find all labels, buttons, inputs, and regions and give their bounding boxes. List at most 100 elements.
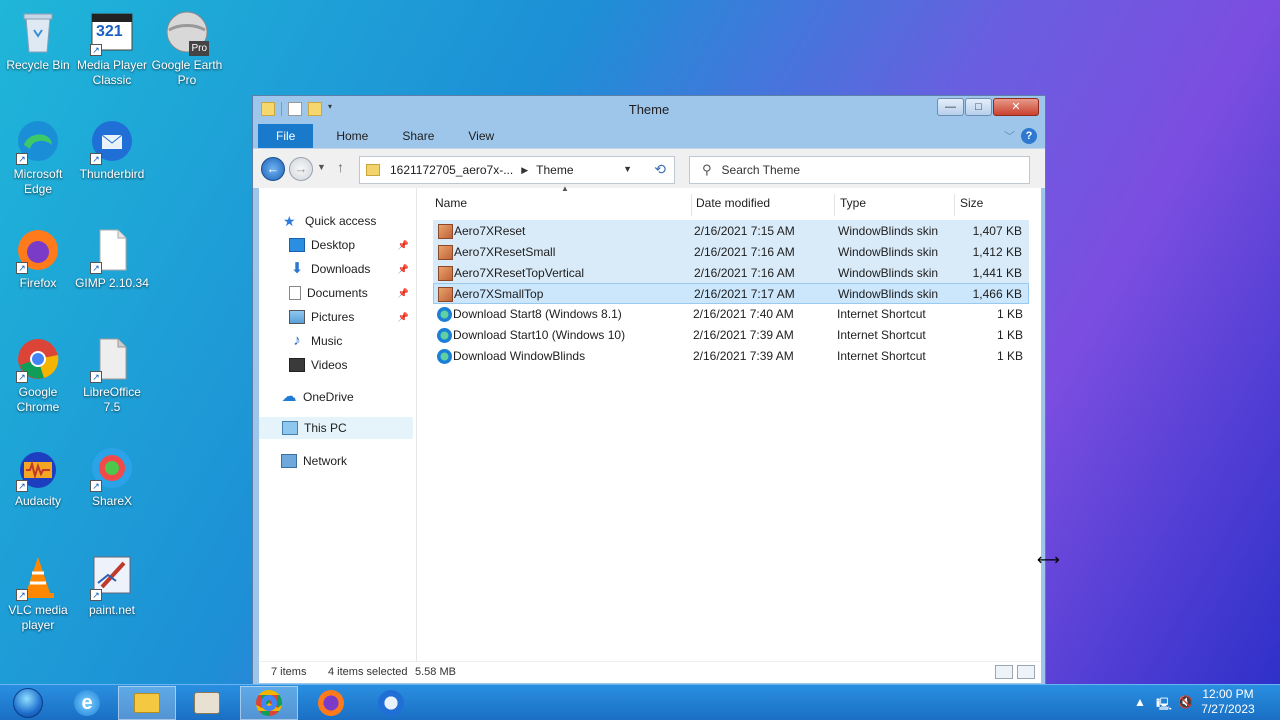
search-box[interactable]: ⚲ Search Theme [689,156,1030,184]
file-date: 2/16/2021 7:15 AM [694,224,795,238]
file-type: WindowBlinds skin [838,266,939,280]
volume-muted-icon[interactable]: 🔇 [1178,695,1193,709]
address-bar[interactable]: 1621172705_aero7x-... ▶ Theme ▼ ⟲ [359,156,675,184]
desktop-icon-gimp[interactable]: ↗ GIMP 2.10.34 [74,226,150,291]
help-button[interactable]: ? [1021,128,1037,144]
network-icon[interactable]: 🖳 [1156,695,1172,716]
back-button[interactable]: ← [261,157,285,181]
expand-ribbon-icon[interactable]: ﹀ [1004,128,1015,144]
nav-music[interactable]: ♪ Music [259,330,413,352]
chrome-icon [256,690,282,716]
column-header-size[interactable]: Size [960,196,983,216]
media-player-classic-icon: 321 ↗ [88,8,136,56]
videos-icon [289,358,305,372]
show-hidden-icons-icon[interactable]: ▲ [1134,695,1146,709]
address-dropdown-icon[interactable]: ▼ [623,164,632,174]
desktop-icon-audacity[interactable]: ↗ Audacity [0,444,76,509]
recent-locations-dropdown-icon[interactable]: ▼ [317,162,326,172]
shortcut-arrow-icon: ↗ [90,589,102,601]
minimize-button[interactable]: — [937,98,964,116]
column-header-type[interactable]: Type [840,196,866,216]
file-row[interactable]: Download Start8 (Windows 8.1) 2/16/2021 7… [433,304,1029,325]
up-arrow-icon[interactable]: ↑ [337,159,344,175]
clock[interactable]: 12:00 PM 7/27/2023 [1198,687,1258,717]
desktop-icon-vlc[interactable]: ↗ VLC media player [0,553,76,633]
large-icons-view-icon[interactable] [1017,665,1035,679]
desktop-icon-google-earth-pro[interactable]: Pro Google Earth Pro [149,8,225,88]
nav-videos[interactable]: Videos [259,354,413,376]
desktop-icon-firefox[interactable]: ↗ Firefox [0,226,76,291]
sort-ascending-icon: ▲ [561,184,569,193]
nav-network[interactable]: Network [259,450,413,472]
desktop-icon-label: LibreOffice 7.5 [83,385,141,414]
column-header-date[interactable]: Date modified [696,196,770,216]
desktop-icon-recycle-bin[interactable]: Recycle Bin [0,8,76,73]
tab-view[interactable]: View [451,124,511,148]
file-date: 2/16/2021 7:16 AM [694,245,795,259]
file-row[interactable]: Aero7XSmallTop 2/16/2021 7:17 AM WindowBli… [433,283,1029,304]
tab-home[interactable]: Home [319,124,385,148]
file-row[interactable]: Download Start10 (Windows 10) 2/16/2021 7… [433,325,1029,346]
view-buttons [995,665,1035,679]
edge-icon: ↗ [14,117,62,165]
taskbar-file-explorer[interactable] [118,686,176,720]
nav-label: Documents [307,286,368,300]
breadcrumb-separator-icon[interactable]: ▶ [521,165,528,176]
desktop-icon-thunderbird[interactable]: ↗ Thunderbird [74,117,150,182]
details-view-icon[interactable] [995,665,1013,679]
file-row[interactable]: Aero7XReset 2/16/2021 7:15 AM WindowBlinds… [433,220,1029,241]
system-tray: ▲ 🖳 🔇 12:00 PM 7/27/2023 [1120,685,1280,720]
nav-onedrive[interactable]: ☁ OneDrive [259,386,413,408]
forward-button[interactable]: → [289,157,313,181]
nav-pictures[interactable]: Pictures 📌 [259,306,413,328]
tab-share[interactable]: Share [385,124,451,148]
pin-icon[interactable]: 📌 [398,240,409,251]
desktop-icon-microsoft-edge[interactable]: ↗ Microsoft Edge [0,117,76,197]
file-row[interactable]: Download WindowBlinds 2/16/2021 7:39 AM In… [433,346,1029,367]
nav-quick-access[interactable]: ★ Quick access [259,210,413,232]
pin-icon[interactable]: 📌 [398,288,409,299]
skin-icon [438,266,453,281]
file-type: WindowBlinds skin [838,224,939,238]
taskbar-media-player[interactable] [178,686,236,720]
window-controls: — □ ✕ [937,98,1039,116]
breadcrumb-parent[interactable]: 1621172705_aero7x-... [390,163,513,177]
selection-size: 5.58 MB [415,666,456,678]
desktop-icon-label: VLC media player [8,603,68,632]
shortcut-arrow-icon: ↗ [90,371,102,383]
desktop-icon-libreoffice[interactable]: ↗ LibreOffice 7.5 [74,335,150,415]
maximize-button[interactable]: □ [965,98,992,116]
desktop-icon-paint-net[interactable]: ↗ paint.net [74,553,150,618]
nav-label: Downloads [311,262,371,276]
column-header-name[interactable]: Name [435,196,467,216]
tab-file[interactable]: File [258,124,314,148]
file-row[interactable]: Aero7XResetTopVertical 2/16/2021 7:16 AM W… [433,262,1029,283]
desktop-icon-media-player-classic[interactable]: 321 ↗ Media Player Classic [74,8,150,88]
desktop-icon-label: Google Chrome [16,385,60,414]
shortcut-arrow-icon: ↗ [90,480,102,492]
taskbar-internet-explorer[interactable]: e [58,686,116,720]
taskbar-firefox[interactable] [302,686,360,720]
file-row[interactable]: Aero7XResetSmall 2/16/2021 7:16 AM WindowB… [433,241,1029,262]
file-size: 1 KB [996,307,1023,321]
nav-this-pc[interactable]: This PC [259,417,413,439]
shortcut-arrow-icon: ↗ [16,371,28,383]
title-bar[interactable]: ▾ Theme — □ ✕ [253,96,1045,124]
close-button[interactable]: ✕ [993,98,1039,116]
nav-documents[interactable]: Documents 📌 [259,282,413,304]
desktop-icon-google-chrome[interactable]: ↗ Google Chrome [0,335,76,415]
file-type: WindowBlinds skin [838,287,939,301]
pin-icon[interactable]: 📌 [398,312,409,323]
document-file-icon: ↗ [88,226,136,274]
skin-icon [438,224,453,239]
pin-icon[interactable]: 📌 [398,264,409,275]
start-button[interactable] [4,686,52,720]
sharex-icon: ↗ [88,444,136,492]
nav-desktop[interactable]: Desktop 📌 [259,234,413,256]
nav-downloads[interactable]: ⬇ Downloads 📌 [259,258,413,280]
desktop-icon-sharex[interactable]: ↗ ShareX [74,444,150,509]
refresh-icon[interactable]: ⟲ [654,161,666,178]
taskbar-chrome[interactable] [240,686,298,720]
taskbar-thunderbird[interactable] [362,686,420,720]
breadcrumb-current[interactable]: Theme [536,163,573,177]
